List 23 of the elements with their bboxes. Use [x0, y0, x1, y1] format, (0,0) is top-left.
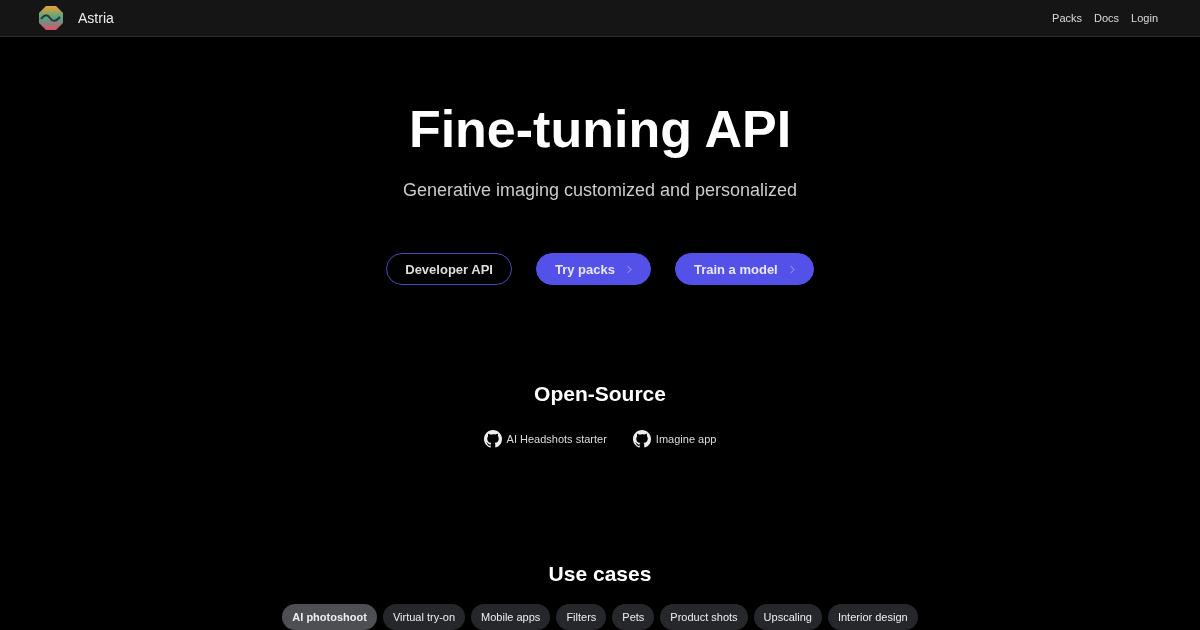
use-case-tab[interactable]: Interior design	[827, 604, 918, 630]
section-title: Use cases	[548, 561, 652, 587]
hero-subtitle: Generative imaging customized and personalized	[402, 179, 798, 202]
cta-button[interactable]: Train a model	[674, 253, 814, 285]
nav-link[interactable]: Packs	[1052, 12, 1082, 24]
use-case-tab[interactable]: Mobile apps	[471, 604, 551, 630]
github-icon	[483, 430, 502, 448]
use-case-tab[interactable]: AI photoshoot	[282, 604, 377, 630]
use-case-tab[interactable]: Pets	[612, 604, 655, 630]
nav-link[interactable]: Login	[1131, 12, 1158, 24]
repo-link[interactable]: AI Headshots starter	[483, 429, 607, 449]
github-icon	[632, 430, 651, 448]
logo-icon	[38, 5, 64, 31]
nav-link[interactable]: Docs	[1094, 12, 1120, 24]
repo-link[interactable]: Imagine app	[632, 429, 717, 449]
use-case-tab[interactable]: Upscaling	[753, 604, 822, 630]
cta-button[interactable]: Try packs	[535, 253, 651, 285]
brand-name: Astria	[78, 10, 114, 26]
use-case-tab[interactable]: Product shots	[660, 604, 748, 630]
section-title: Open-Source	[534, 381, 666, 407]
hero-title: Fine-tuning API	[408, 99, 792, 159]
use-case-tab[interactable]: Virtual try-on	[382, 604, 466, 630]
use-case-tab[interactable]: Filters	[556, 604, 607, 630]
